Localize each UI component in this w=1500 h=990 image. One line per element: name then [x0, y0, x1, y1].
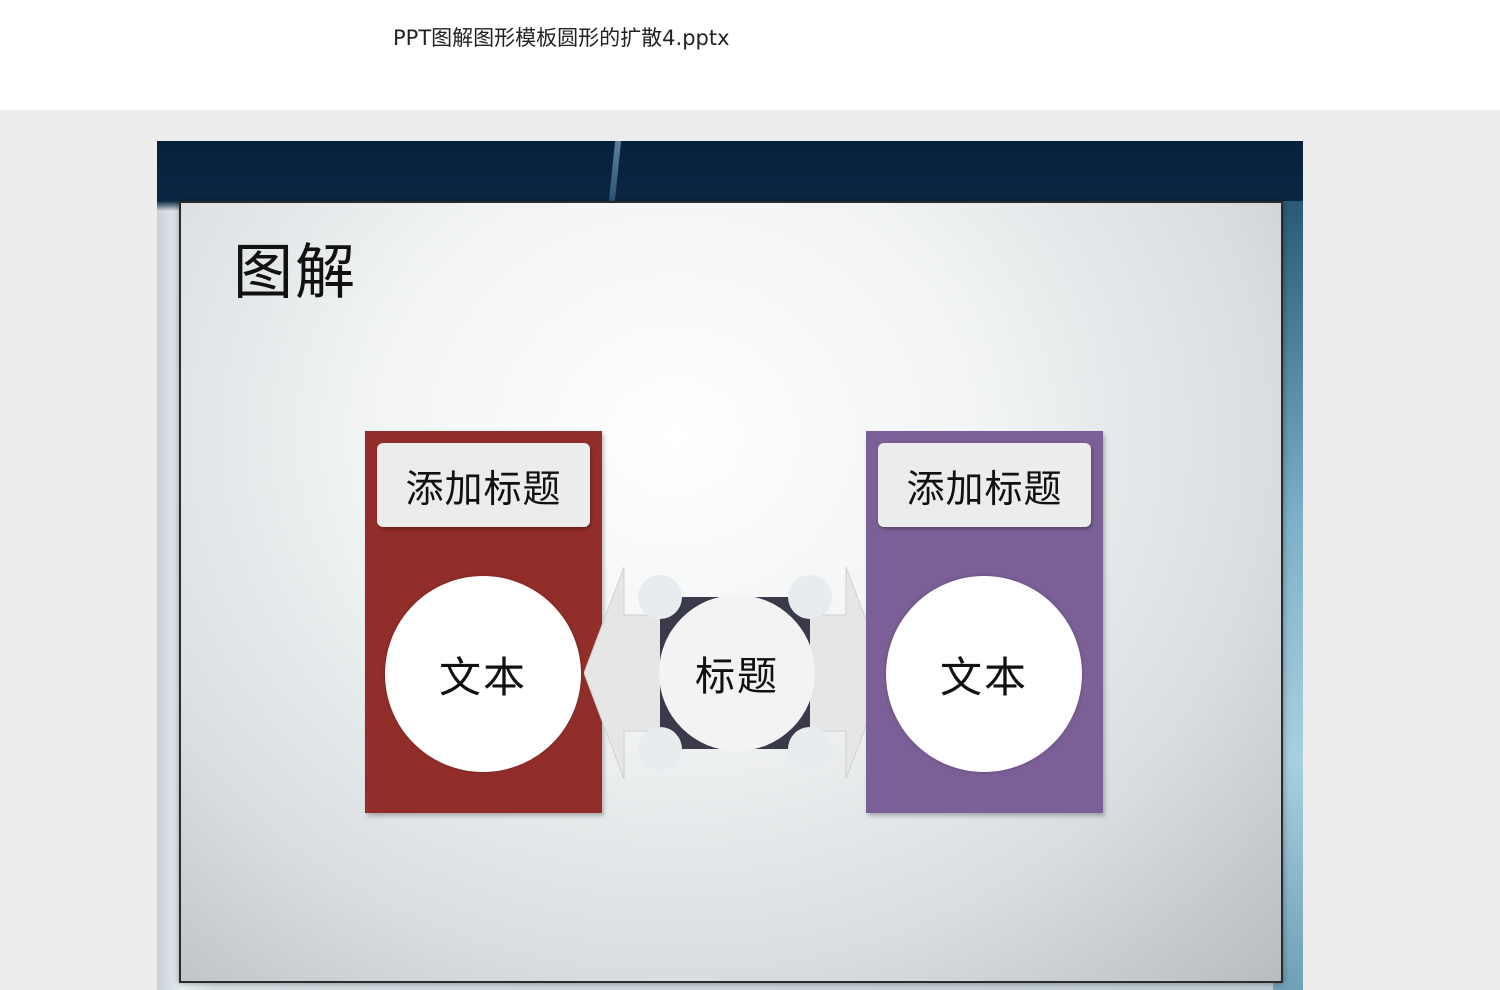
left-card: 添加标题 文本 — [365, 431, 602, 813]
center-label: 标题 — [659, 595, 815, 751]
right-card-circle: 文本 — [886, 576, 1082, 772]
left-card-circle: 文本 — [385, 576, 581, 772]
slide-panel: 图解 添加标题 文本 标题 添加标题 文本 — [179, 201, 1283, 983]
file-title: PPT图解图形模板圆形的扩散4.pptx — [393, 26, 730, 50]
slide-background-streak — [608, 141, 622, 201]
slide: 图解 添加标题 文本 标题 添加标题 文本 — [157, 141, 1303, 990]
top-bar: PPT图解图形模板圆形的扩散4.pptx — [0, 0, 1500, 110]
right-card: 添加标题 文本 — [866, 431, 1103, 813]
right-card-title: 添加标题 — [878, 443, 1091, 527]
slide-heading: 图解 — [233, 238, 357, 308]
left-card-title: 添加标题 — [377, 443, 590, 527]
